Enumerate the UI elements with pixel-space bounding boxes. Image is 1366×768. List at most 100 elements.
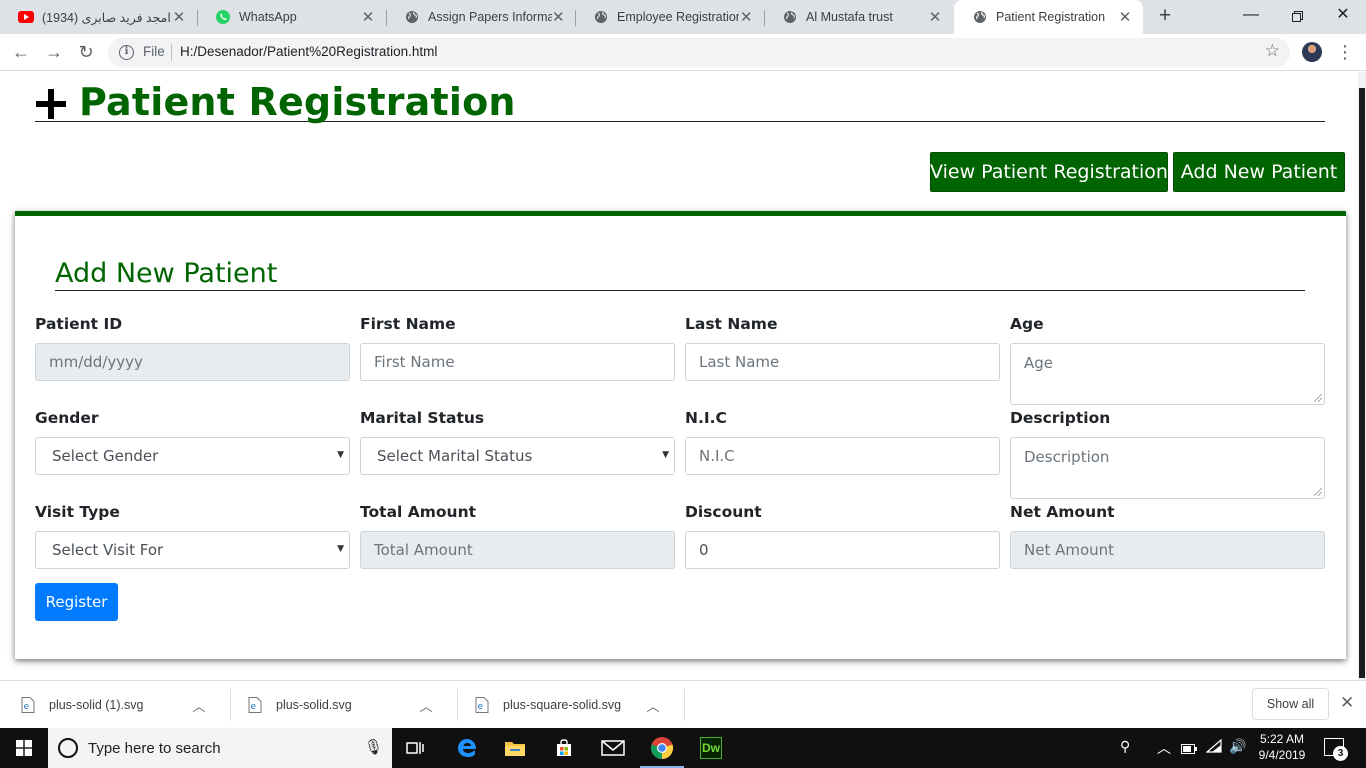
whatsapp-icon [215,9,231,25]
restore-icon[interactable] [1274,0,1320,34]
net-amount-label: Net Amount [1010,503,1115,521]
edge-browser-icon[interactable] [455,736,479,760]
chevron-up-icon[interactable]: ︿ [189,696,209,715]
profile-avatar[interactable] [1302,42,1322,62]
total-amount-field[interactable]: Total Amount [360,531,675,569]
minimize-icon[interactable]: — [1228,0,1274,34]
first-name-field[interactable]: First Name [360,343,675,381]
gender-select[interactable]: Select Gender ▼ [35,437,350,475]
nic-field[interactable]: N.I.C [685,437,1000,475]
net-amount-field[interactable]: Net Amount [1010,531,1325,569]
visit-type-selected-value: Select Visit For [52,541,164,559]
tab-patient-registration[interactable]: Patient Registration ✕ [954,0,1143,34]
microphone-icon[interactable]: 🎙 [364,738,383,756]
gender-selected-value: Select Gender [52,447,159,465]
scrollbar-thumb[interactable] [1359,88,1365,678]
ie-file-icon: e [21,697,35,713]
discount-field[interactable]: 0 [685,531,1000,569]
close-tab-icon[interactable]: ✕ [171,8,187,26]
form-header: Add New Patient [55,258,1305,291]
volume-icon[interactable]: 🔊 [1229,738,1246,755]
age-textarea[interactable]: Age [1010,343,1325,405]
visit-type-select[interactable]: Select Visit For ▼ [35,531,350,569]
close-tab-icon[interactable]: ✕ [739,8,754,26]
download-item[interactable]: e plus-solid.svg ︿ [227,681,436,729]
nic-label: N.I.C [685,409,727,427]
close-tab-icon[interactable]: ✕ [552,8,565,26]
cortana-icon [58,738,78,758]
clock-date: 9/4/2019 [1258,748,1306,762]
windows-taskbar: Type here to search 🎙 Dw ⚲ ︿ 🔊 5:22 AM 9… [0,728,1366,768]
mail-icon[interactable] [601,736,625,760]
description-textarea[interactable]: Description [1010,437,1325,499]
downloads-divider [684,689,685,721]
tab-assign-papers[interactable]: Assign Papers Information ✕ [386,0,575,34]
plus-icon [36,89,66,119]
download-item[interactable]: e plus-square-solid.svg ︿ [454,681,663,729]
add-new-patient-button[interactable]: Add New Patient [1173,152,1345,192]
page-scrollbar[interactable] [1358,72,1366,680]
system-clock[interactable]: 5:22 AM 9/4/2019 [1254,731,1310,763]
first-name-label: First Name [360,315,456,333]
youtube-icon [18,9,34,25]
patient-id-field[interactable]: mm/dd/yyyy [35,343,350,381]
add-patient-form-card: Add New Patient Patient ID mm/dd/yyyy Fi… [15,211,1346,659]
tab-title: Assign Papers Information [428,10,552,24]
marital-status-select[interactable]: Select Marital Status ▼ [360,437,675,475]
discount-label: Discount [685,503,762,521]
download-item[interactable]: e plus-solid (1).svg ︿ [0,681,209,729]
back-arrow-icon[interactable]: ← [9,41,33,65]
tab-title: Al Mustafa trust [806,10,893,24]
task-view-icon[interactable] [404,736,428,760]
close-tab-icon[interactable]: ✕ [360,8,376,26]
battery-icon[interactable] [1181,741,1197,757]
close-tab-icon[interactable]: ✕ [927,8,943,26]
chevron-up-icon[interactable]: ︿ [416,696,436,715]
notification-count-badge: 3 [1333,746,1348,761]
register-button[interactable]: Register [35,583,118,621]
microsoft-store-icon[interactable] [552,736,576,760]
file-explorer-icon[interactable] [503,736,527,760]
marital-status-label: Marital Status [360,409,485,427]
menu-kebab-icon[interactable]: ⋮ [1336,40,1354,64]
tab-youtube[interactable]: (1934) امجد فرید صابری ✕ [0,0,197,34]
last-name-label: Last Name [685,315,778,333]
tab-employee-registration[interactable]: Employee Registration ✕ [575,0,764,34]
address-url[interactable]: H:/Desenador/Patient%20Registration.html [180,44,437,59]
clock-time: 5:22 AM [1259,732,1305,746]
address-bar[interactable]: i File H:/Desenador/Patient%20Registrati… [108,38,1290,67]
close-tab-icon[interactable]: ✕ [1117,8,1133,26]
download-filename: plus-solid (1).svg [49,698,144,712]
bookmark-star-icon[interactable]: ☆ [1265,41,1280,61]
chrome-icon[interactable] [650,736,674,760]
taskbar-search-box[interactable]: Type here to search 🎙 [48,728,392,768]
dropdown-caret-icon: ▼ [337,544,344,554]
address-scheme-label: File [143,44,165,59]
globe-icon [972,9,988,25]
downloads-bar: e plus-solid (1).svg ︿ e plus-solid.svg … [0,680,1366,728]
globe-icon [782,9,798,25]
show-all-downloads-button[interactable]: Show all [1252,688,1329,720]
description-label: Description [1010,409,1111,427]
ie-file-icon: e [248,697,262,713]
tab-whatsapp[interactable]: WhatsApp ✕ [197,0,386,34]
tab-title: Employee Registration [617,10,739,24]
view-patient-registration-button[interactable]: View Patient Registration [930,152,1168,192]
chevron-up-icon[interactable]: ︿ [1157,738,1171,758]
tab-al-mustafa-trust[interactable]: Al Mustafa trust ✕ [764,0,953,34]
chevron-up-icon[interactable]: ︿ [643,696,663,715]
reload-icon[interactable]: ↻ [74,41,98,65]
forward-arrow-icon[interactable]: → [42,41,66,65]
people-icon[interactable]: ⚲ [1120,738,1130,755]
marital-status-selected-value: Select Marital Status [377,447,533,465]
dreamweaver-icon[interactable]: Dw [700,737,722,759]
info-icon[interactable]: i [119,45,134,60]
close-window-icon[interactable]: ✕ [1320,0,1366,34]
wifi-icon[interactable] [1205,738,1222,756]
browser-tab-strip: (1934) امجد فرید صابری ✕ WhatsApp ✕ Assi… [0,0,1366,34]
last-name-field[interactable]: Last Name [685,343,1000,381]
windows-start-icon[interactable] [16,740,32,756]
new-tab-icon[interactable]: + [1154,5,1176,28]
close-downloads-icon[interactable]: ✕ [1340,693,1354,713]
dropdown-caret-icon: ▼ [662,450,669,460]
